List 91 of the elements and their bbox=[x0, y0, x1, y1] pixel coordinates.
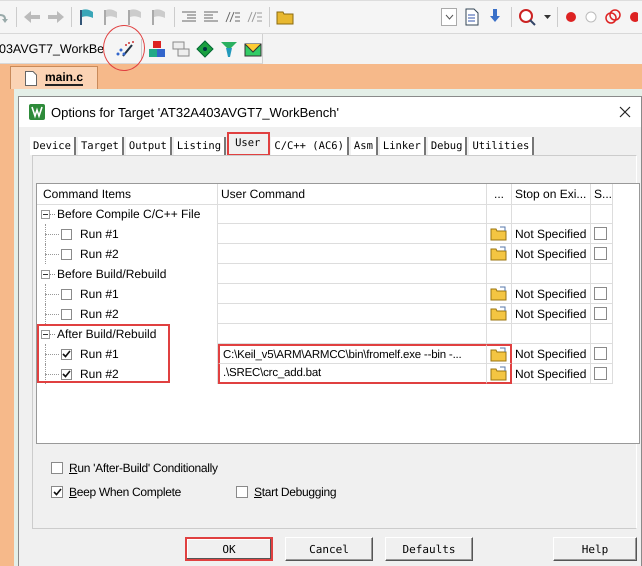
checkbox-label[interactable]: Run 'After-Build' Conditionally bbox=[69, 461, 218, 475]
checkbox[interactable] bbox=[594, 307, 607, 320]
checkbox[interactable] bbox=[51, 486, 63, 498]
tab[interactable]: Asm bbox=[350, 137, 378, 155]
command-cell[interactable]: .\SREC\crc_add.bat bbox=[218, 364, 487, 384]
checkbox-label[interactable]: Start Debugging bbox=[254, 485, 336, 499]
collapse-icon[interactable] bbox=[41, 330, 50, 338]
tab[interactable]: Device bbox=[30, 137, 76, 155]
table-cell: Not Specified bbox=[512, 284, 591, 304]
document-icon[interactable] bbox=[463, 8, 481, 26]
outdent-icon[interactable] bbox=[203, 10, 219, 24]
flag-icon[interactable] bbox=[78, 8, 96, 26]
indent-icon[interactable] bbox=[181, 10, 197, 24]
command-cell[interactable]: C:\Keil_v5\ARM\ARMCC\bin\fromelf.exe --bin -... bbox=[218, 344, 487, 364]
column-header[interactable]: Command Items bbox=[37, 184, 218, 205]
dialog-button[interactable]: Defaults bbox=[385, 537, 473, 561]
dialog-button[interactable]: Help bbox=[553, 537, 637, 561]
dialog-button[interactable]: OK bbox=[185, 537, 273, 561]
checkbox[interactable] bbox=[594, 247, 607, 260]
checkbox[interactable] bbox=[236, 486, 248, 498]
table-cell: Not Specified bbox=[512, 344, 591, 364]
command-cell[interactable] bbox=[218, 244, 487, 264]
table-cell: Not Specified bbox=[512, 304, 591, 324]
table-cell: Not Specified bbox=[512, 364, 591, 384]
collapse-icon[interactable] bbox=[41, 270, 50, 278]
checkbox[interactable] bbox=[594, 347, 607, 360]
folder-icon[interactable] bbox=[490, 366, 508, 380]
column-header[interactable]: S... bbox=[591, 184, 613, 205]
circles-icon[interactable] bbox=[604, 9, 622, 25]
folder-icon[interactable] bbox=[490, 286, 508, 301]
tree-item[interactable]: Before Build/Rebuild bbox=[57, 267, 166, 281]
checkbox[interactable] bbox=[594, 227, 607, 240]
checkbox-label[interactable]: Beep When Complete bbox=[69, 485, 182, 499]
dropdown-button[interactable] bbox=[441, 8, 457, 26]
checkbox[interactable] bbox=[61, 288, 72, 300]
command-cell[interactable] bbox=[218, 224, 487, 244]
tab[interactable]: User bbox=[228, 133, 270, 155]
collapse-icon[interactable] bbox=[41, 210, 50, 218]
tab[interactable]: Output bbox=[126, 137, 172, 155]
magic-wand-icon[interactable] bbox=[115, 40, 135, 58]
components-icon[interactable] bbox=[148, 40, 166, 58]
tree-item[interactable]: Run #1 bbox=[80, 347, 119, 361]
tab[interactable]: Target bbox=[78, 137, 124, 155]
checkbox[interactable] bbox=[61, 248, 72, 260]
tab[interactable]: C/C++ (AC6) bbox=[271, 137, 349, 155]
windows-icon[interactable] bbox=[172, 40, 190, 58]
tab[interactable]: Debug bbox=[428, 137, 468, 155]
table-cell: Not Specified bbox=[512, 224, 591, 244]
file-tab[interactable]: main.c bbox=[10, 66, 98, 89]
close-icon[interactable] bbox=[619, 106, 631, 118]
folder-icon[interactable] bbox=[490, 347, 508, 362]
tab[interactable]: Linker bbox=[380, 137, 426, 155]
tree-item[interactable]: Run #1 bbox=[80, 227, 119, 241]
funnel-icon[interactable] bbox=[220, 40, 238, 58]
window-title: Options for Target 'AT32A403AVGT7_WorkBench' bbox=[51, 104, 339, 120]
debug-icon[interactable] bbox=[518, 8, 538, 26]
breakpoint-icon[interactable] bbox=[628, 10, 638, 24]
file-icon bbox=[25, 70, 37, 86]
app-icon bbox=[29, 104, 45, 120]
checkbox[interactable] bbox=[61, 228, 72, 240]
uncomment-icon[interactable] bbox=[247, 10, 263, 24]
tree-item[interactable]: Run #2 bbox=[80, 367, 119, 381]
checkbox[interactable] bbox=[61, 348, 72, 360]
column-header[interactable]: ... bbox=[487, 184, 512, 205]
caret-icon bbox=[444, 14, 454, 20]
column-header[interactable]: Stop on Exi... bbox=[512, 184, 591, 205]
breakpoint-icon[interactable] bbox=[564, 10, 578, 24]
folder-icon[interactable] bbox=[276, 9, 294, 25]
command-cell[interactable] bbox=[218, 304, 487, 324]
folder-icon[interactable] bbox=[490, 226, 508, 241]
checkbox[interactable] bbox=[61, 308, 72, 320]
folder-icon[interactable] bbox=[490, 246, 508, 261]
tree-item[interactable]: Run #2 bbox=[80, 247, 119, 261]
tree-item[interactable]: Run #1 bbox=[80, 287, 119, 301]
table-cell: Not Specified bbox=[512, 244, 591, 264]
command-cell[interactable] bbox=[218, 284, 487, 304]
checkbox[interactable] bbox=[51, 462, 63, 474]
tree-item[interactable]: Run #2 bbox=[80, 307, 119, 321]
dialog-button[interactable]: Cancel bbox=[285, 537, 373, 561]
checkbox[interactable] bbox=[61, 368, 72, 380]
tree-item[interactable]: Before Compile C/C++ File bbox=[57, 207, 200, 221]
caret-icon[interactable] bbox=[544, 15, 551, 19]
column-header[interactable]: User Command bbox=[218, 184, 487, 205]
tab[interactable]: Listing bbox=[174, 137, 226, 155]
comment-icon[interactable] bbox=[225, 10, 241, 24]
diamond-icon[interactable] bbox=[196, 40, 214, 58]
tree-item[interactable]: After Build/Rebuild bbox=[57, 327, 156, 341]
checkbox[interactable] bbox=[594, 287, 607, 300]
checkbox[interactable] bbox=[594, 367, 607, 380]
tab[interactable]: Utilities bbox=[469, 137, 534, 155]
folder-icon[interactable] bbox=[490, 306, 508, 321]
